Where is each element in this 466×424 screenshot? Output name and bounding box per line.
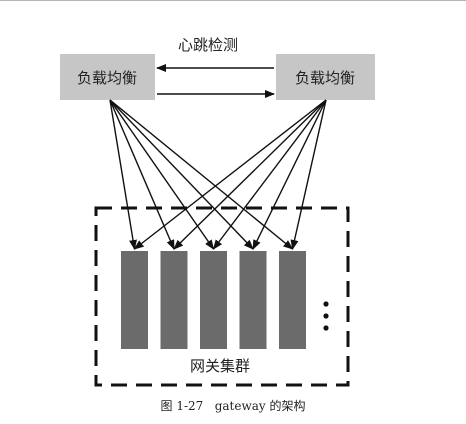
load-balancer-right: 负载均衡 <box>276 54 375 100</box>
arrow-lb1-to-gateway-3 <box>109 99 215 250</box>
gateway-node-4 <box>239 251 267 349</box>
more-dot-1 <box>323 301 329 307</box>
more-dot-2 <box>323 313 329 319</box>
arrow-lb1-to-gateway-5 <box>109 99 294 250</box>
more-dot-3 <box>323 325 329 331</box>
gateway-node-5 <box>279 251 306 349</box>
arrow-lb1-to-gateway-2 <box>109 99 175 250</box>
arrow-lb2-to-gateway-4 <box>252 99 327 250</box>
gateway-node-2 <box>160 251 188 349</box>
gateway-nodes <box>121 251 306 349</box>
gateway-cluster-label: 网关集群 <box>190 357 250 375</box>
gateway-node-3 <box>200 251 227 349</box>
gateway-architecture-diagram: 负载均衡 负载均衡 心跳检测 网关集群 图 1-27 gateway 的架构 <box>60 36 375 413</box>
heartbeat-label: 心跳检测 <box>178 36 238 54</box>
more-gateways-indicator <box>323 301 329 331</box>
arrow-lb2-to-gateway-2 <box>173 99 327 250</box>
load-balancer-left-label: 负载均衡 <box>77 69 137 87</box>
figure-caption: 图 1-27 gateway 的架构 <box>161 398 306 413</box>
fanout-arrows <box>109 99 327 250</box>
load-balancer-right-label: 负载均衡 <box>295 69 355 87</box>
gateway-node-1 <box>121 251 148 349</box>
load-balancer-left: 负载均衡 <box>60 54 155 100</box>
